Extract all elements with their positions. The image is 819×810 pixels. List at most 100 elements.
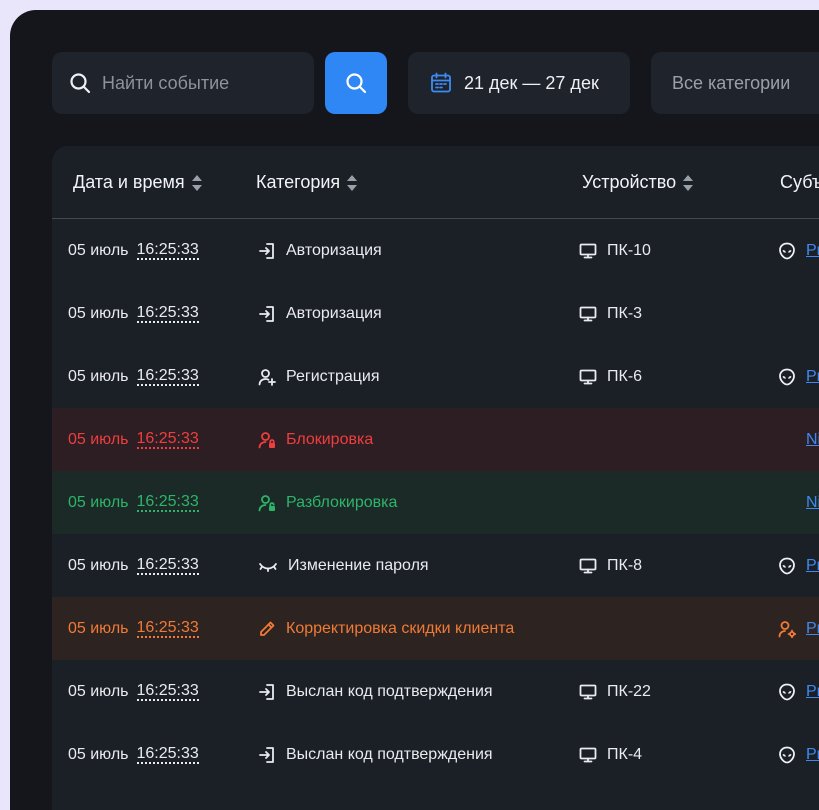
subject-link[interactable]: Pr xyxy=(806,620,819,638)
subject-link[interactable]: Ni xyxy=(806,494,819,512)
category-select[interactable]: Все категории xyxy=(651,52,819,114)
monitor-icon xyxy=(579,746,607,764)
login-icon xyxy=(258,683,286,701)
column-device-label: Устройство xyxy=(582,172,677,192)
datetime-cell: 05 июль 16:25:33 xyxy=(68,282,199,345)
device-cell: ПК-4 xyxy=(579,723,642,786)
category-label: Авторизация xyxy=(286,241,382,259)
event-date: 05 июль xyxy=(68,430,129,448)
subject-cell: Ni xyxy=(778,471,819,534)
event-time[interactable]: 16:25:33 xyxy=(136,241,199,260)
datetime-cell: 05 июль 16:25:33 xyxy=(68,345,199,408)
event-date: 05 июль xyxy=(68,556,129,574)
event-time[interactable]: 16:25:33 xyxy=(136,304,199,323)
search-field[interactable]: Найти событие xyxy=(52,52,314,114)
events-table: Дата и время Категория Устройство Субъ 0… xyxy=(52,146,819,810)
subject-cell: Pr xyxy=(778,345,819,408)
category-cell: Выслан код подтверждения xyxy=(258,660,493,723)
table-row[interactable]: 05 июль 16:25:33 Выслан код подтверждения П… xyxy=(52,723,819,786)
alien-icon xyxy=(778,242,796,260)
subject-link[interactable]: Pr xyxy=(806,557,819,575)
column-datetime[interactable]: Дата и время xyxy=(73,172,203,193)
device-label: ПК-8 xyxy=(607,556,643,574)
user-lock-icon xyxy=(258,431,286,449)
category-label: Разблокировка xyxy=(286,493,398,511)
toolbar: Найти событие 21 дек — 27 дек Все катего… xyxy=(52,52,819,114)
monitor-icon xyxy=(579,242,607,260)
event-time[interactable]: 16:25:33 xyxy=(136,556,199,575)
table-body: 05 июль16:25:33АвторизацияПК-10Pr05 июль… xyxy=(52,219,819,786)
subject-cell: Ni xyxy=(778,408,819,471)
monitor-icon xyxy=(579,557,607,575)
column-device[interactable]: Устройство xyxy=(582,172,694,193)
device-label: ПК-22 xyxy=(607,682,651,700)
device-cell: ПК-22 xyxy=(579,660,651,723)
search-button[interactable] xyxy=(325,52,387,114)
alien-icon xyxy=(778,683,796,701)
pencil-icon xyxy=(258,620,286,638)
event-time[interactable]: 16:25:33 xyxy=(136,430,199,449)
event-date: 05 июль xyxy=(68,493,129,511)
table-row[interactable]: 05 июль 16:25:33 Регистрация ПК-6 Pr xyxy=(52,345,819,408)
table-row[interactable]: 05 июль 16:25:33 Корректировка скидки клие… xyxy=(52,597,819,660)
category-select-label: Все категории xyxy=(672,72,791,93)
category-label: Блокировка xyxy=(286,430,374,448)
subject-link[interactable]: Pr xyxy=(806,368,819,386)
login-icon xyxy=(258,746,286,764)
device-label: ПК-4 xyxy=(607,745,643,763)
subject-cell: Pr xyxy=(778,660,819,723)
device-cell: ПК-8 xyxy=(579,534,642,597)
date-range-button[interactable]: 21 дек — 27 дек xyxy=(408,52,630,114)
category-cell: Корректировка скидки клиента xyxy=(258,597,514,660)
category-label: Выслан код подтверждения xyxy=(286,682,493,700)
search-icon xyxy=(70,73,91,94)
user-plus-icon xyxy=(258,368,286,386)
device-cell: ПК-6 xyxy=(579,345,642,408)
monitor-icon xyxy=(579,305,607,323)
table-row[interactable]: 05 июль 16:25:33 Авторизация ПК-10 Pr xyxy=(52,219,819,282)
column-subject-label: Субъ xyxy=(780,172,819,192)
event-time[interactable]: 16:25:33 xyxy=(136,619,199,638)
event-time[interactable]: 16:25:33 xyxy=(136,745,199,764)
datetime-cell: 05 июль 16:25:33 xyxy=(68,219,199,282)
category-cell: Разблокировка xyxy=(258,471,397,534)
table-row[interactable]: 05 июль 16:25:33 Авторизация ПК-3 xyxy=(52,282,819,345)
subject-link[interactable]: Pr xyxy=(806,242,819,260)
event-time[interactable]: 16:25:33 xyxy=(136,367,199,386)
event-date: 05 июль xyxy=(68,304,129,322)
category-label: Изменение пароля xyxy=(288,556,429,574)
device-label: ПК-10 xyxy=(607,241,651,259)
monitor-icon xyxy=(579,368,607,386)
event-date: 05 июль xyxy=(68,367,129,385)
table-row[interactable]: 05 июль 16:25:33 Выслан код подтверждения П… xyxy=(52,660,819,723)
category-label: Корректировка скидки клиента xyxy=(286,619,515,637)
subject-cell: Pr xyxy=(778,597,819,660)
eye-closed-icon xyxy=(258,557,288,575)
search-input[interactable]: Найти событие xyxy=(102,73,229,94)
subject-cell: Pr xyxy=(778,219,819,282)
calendar-icon xyxy=(431,72,451,93)
category-label: Выслан код подтверждения xyxy=(286,745,493,763)
device-cell: ПК-3 xyxy=(579,282,642,345)
category-cell: Регистрация xyxy=(258,345,380,408)
category-label: Авторизация xyxy=(286,304,382,322)
category-label: Регистрация xyxy=(286,367,380,385)
event-date: 05 июль xyxy=(68,682,129,700)
table-header: Дата и время Категория Устройство Субъ xyxy=(52,146,819,219)
event-time[interactable]: 16:25:33 xyxy=(136,493,199,512)
datetime-cell: 05 июль 16:25:33 xyxy=(68,723,199,786)
subject-link[interactable]: Ni xyxy=(806,431,819,449)
subject-link[interactable]: Pr xyxy=(806,683,819,701)
event-time[interactable]: 16:25:33 xyxy=(136,682,199,701)
table-row[interactable]: 05 июль 16:25:33 Блокировка Ni xyxy=(52,408,819,471)
category-cell: Выслан код подтверждения xyxy=(258,723,493,786)
subject-link[interactable]: Pr xyxy=(806,746,819,764)
alien-icon xyxy=(778,557,796,575)
subject-cell: Pr xyxy=(778,723,819,786)
table-row[interactable]: 05 июль 16:25:33 Разблокировка Ni xyxy=(52,471,819,534)
alien-icon xyxy=(778,746,796,764)
column-category[interactable]: Категория xyxy=(256,172,358,193)
column-subject[interactable]: Субъ xyxy=(780,172,819,193)
event-date: 05 июль xyxy=(68,745,129,763)
table-row[interactable]: 05 июль 16:25:33 Изменение пароля ПК-8 Pr xyxy=(52,534,819,597)
